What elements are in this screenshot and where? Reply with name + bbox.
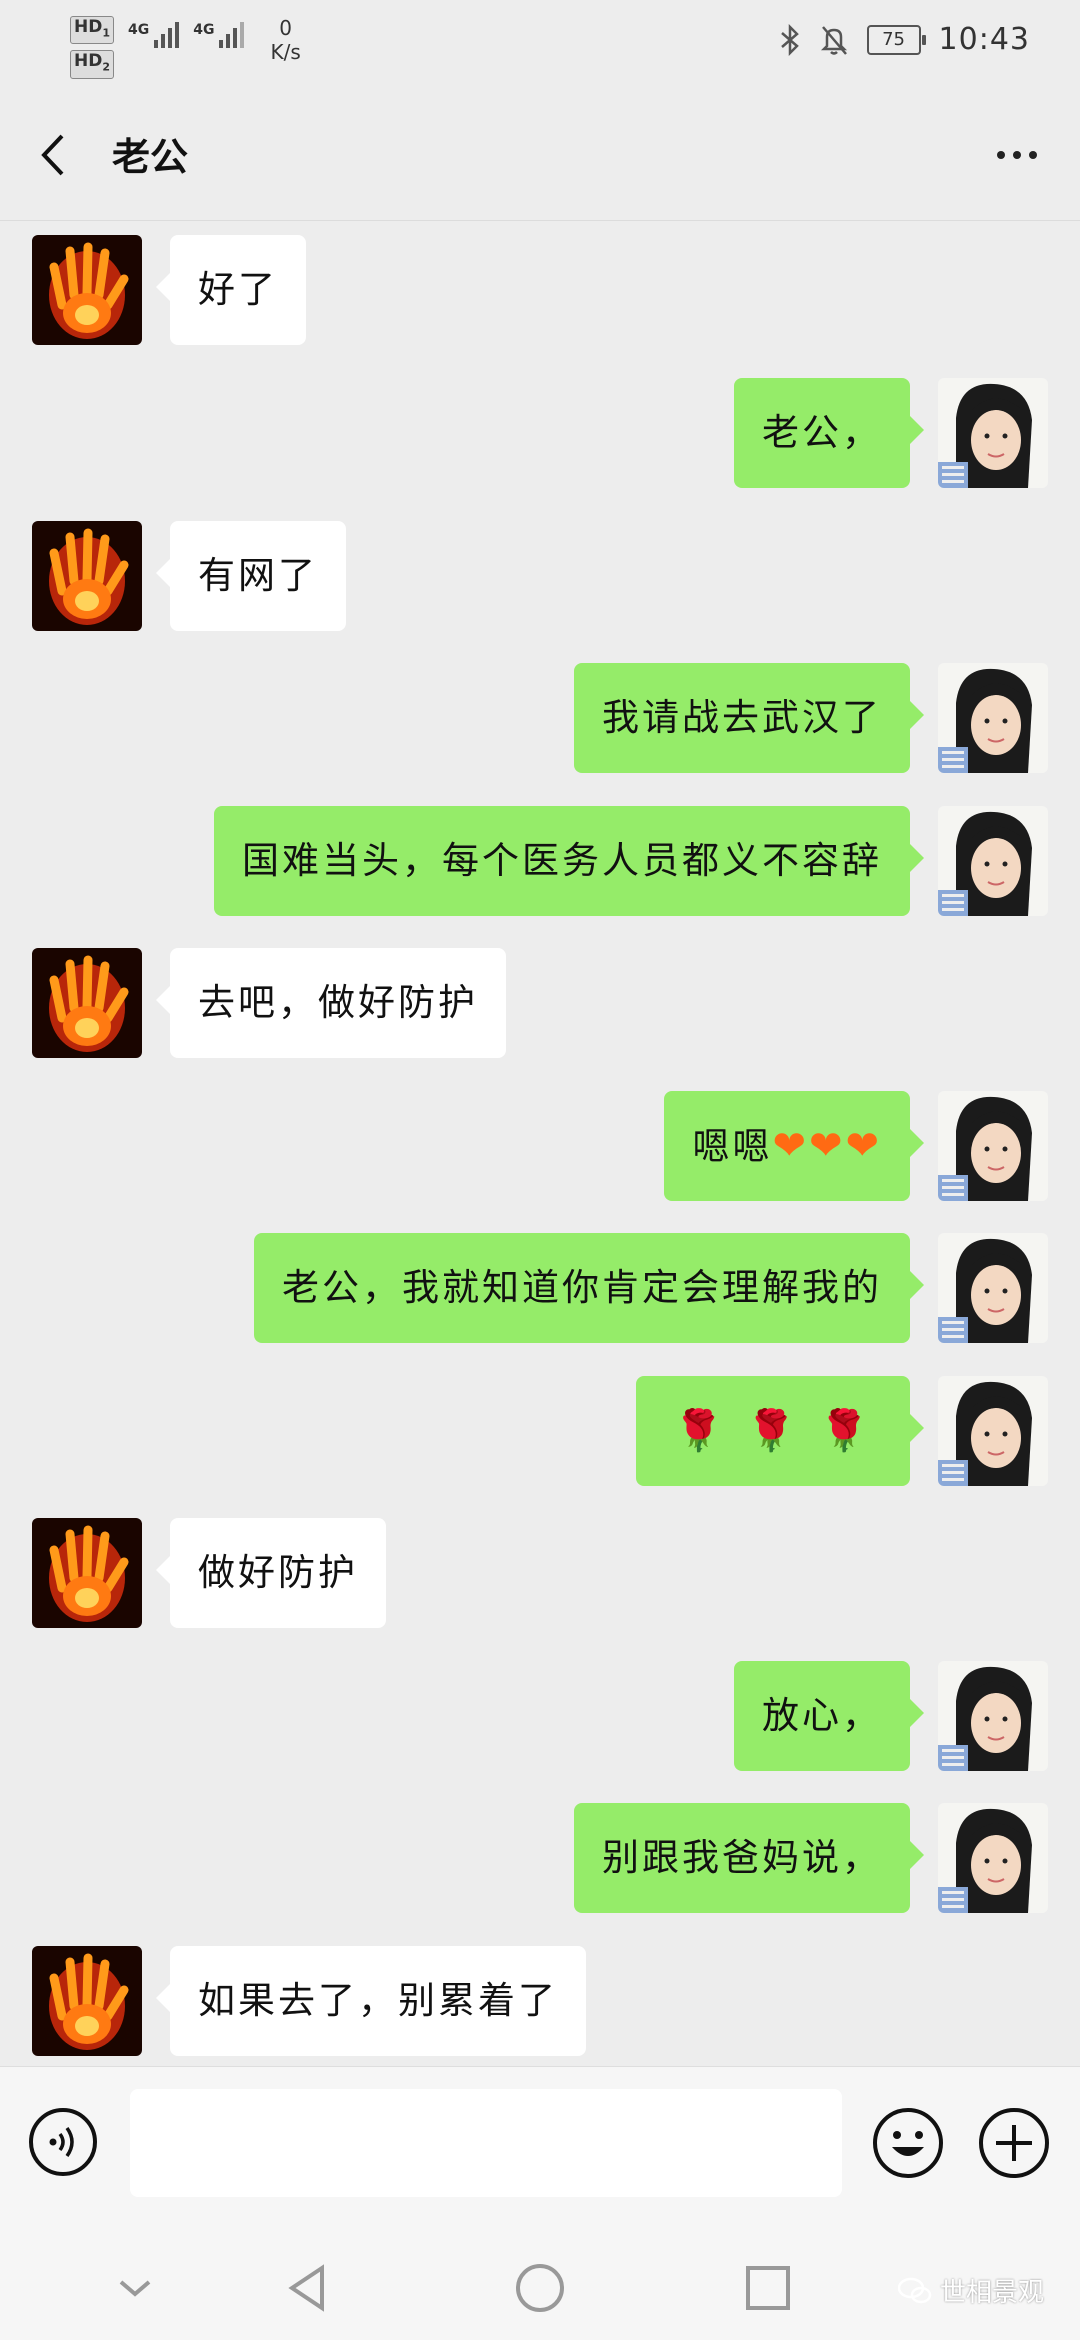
message-row: 老公，我就知道你肯定会理解我的 [0, 1233, 1080, 1343]
contact-avatar[interactable] [32, 1946, 142, 2056]
user-avatar[interactable] [938, 663, 1048, 773]
incoming-message-bubble[interactable]: 好了 [156, 235, 306, 345]
rose-emoji: 🌹 [673, 1408, 727, 1454]
heart-emoji: ❤ [772, 1123, 809, 1169]
home-circle-icon[interactable] [510, 2258, 570, 2318]
message-row: 好了 [0, 235, 1080, 345]
user-avatar[interactable] [938, 1091, 1048, 1201]
incoming-message-bubble[interactable]: 有网了 [156, 521, 346, 631]
watermark: 世相景观 [897, 2272, 1044, 2309]
message-row: 如果去了，别累着了 [0, 1946, 1080, 2056]
outgoing-message-bubble[interactable]: 别跟我爸妈说， [574, 1803, 924, 1913]
message-row: 去吧，做好防护 [0, 948, 1080, 1058]
status-bar: HD1 HD2 4G 4G 0 K/s 75 10:43 [0, 0, 1080, 90]
signal-icon-sim2: 4G [193, 22, 245, 48]
mute-bell-icon [820, 25, 847, 55]
user-avatar[interactable] [938, 1376, 1048, 1486]
more-options-icon[interactable] [982, 130, 1052, 180]
outgoing-message-bubble[interactable]: 🌹 🌹 🌹 [635, 1376, 925, 1486]
outgoing-message-bubble[interactable]: 老公，我就知道你肯定会理解我的 [254, 1233, 924, 1343]
chat-title: 老公 [112, 135, 189, 179]
emoji-icon[interactable] [872, 2107, 944, 2179]
outgoing-message-bubble[interactable]: 我请战去武汉了 [574, 663, 924, 773]
outgoing-message-bubble[interactable]: 老公， [734, 378, 924, 488]
contact-avatar[interactable] [32, 521, 142, 631]
outgoing-message-bubble[interactable]: 放心， [734, 1661, 924, 1771]
message-row: 嗯嗯❤❤❤ [0, 1091, 1080, 1201]
message-row: 🌹 🌹 🌹 [0, 1376, 1080, 1486]
back-triangle-icon[interactable] [278, 2258, 338, 2318]
message-row: 老公， [0, 378, 1080, 488]
voice-input-icon[interactable] [28, 2107, 98, 2177]
bluetooth-icon [780, 23, 799, 56]
user-avatar[interactable] [938, 806, 1048, 916]
message-input[interactable] [130, 2089, 842, 2197]
message-list[interactable]: 好了 老公， 有网了 我请战去武汉了 国难当头，每个医务人员都义不容辞 去吧，做… [0, 221, 1080, 2065]
hd-icon-sim1: HD1 [70, 16, 114, 45]
plus-icon[interactable] [978, 2107, 1050, 2179]
incoming-message-bubble[interactable]: 去吧，做好防护 [156, 948, 506, 1058]
hd-icon-sim2: HD2 [70, 50, 114, 79]
user-avatar[interactable] [938, 1661, 1048, 1771]
clock: 10:43 [938, 22, 1030, 57]
incoming-message-bubble[interactable]: 做好防护 [156, 1518, 386, 1628]
chevron-down-icon[interactable] [105, 2258, 165, 2318]
signal-icon-sim1: 4G [128, 22, 180, 48]
outgoing-message-bubble[interactable]: 国难当头，每个医务人员都义不容辞 [214, 806, 924, 916]
user-avatar[interactable] [938, 1233, 1048, 1343]
message-row: 国难当头，每个医务人员都义不容辞 [0, 806, 1080, 916]
message-row: 放心， [0, 1661, 1080, 1771]
rose-emoji: 🌹 [746, 1408, 800, 1454]
message-row: 别跟我爸妈说， [0, 1803, 1080, 1913]
incoming-message-bubble[interactable]: 如果去了，别累着了 [156, 1946, 586, 2056]
contact-avatar[interactable] [32, 948, 142, 1058]
battery-icon: 75 [866, 24, 926, 55]
rose-emoji: 🌹 [819, 1408, 872, 1454]
outgoing-message-bubble[interactable]: 嗯嗯❤❤❤ [664, 1091, 924, 1201]
heart-emoji: ❤ [808, 1123, 846, 1169]
system-nav-bar: 世相景观 [0, 2232, 1080, 2340]
contact-avatar[interactable] [32, 235, 142, 345]
back-arrow-icon[interactable] [30, 130, 80, 180]
input-bar [0, 2066, 1080, 2232]
user-avatar[interactable] [938, 1803, 1048, 1913]
user-avatar[interactable] [938, 378, 1048, 488]
recents-square-icon[interactable] [738, 2258, 798, 2318]
network-speed: 0 K/s [270, 16, 301, 64]
contact-avatar[interactable] [32, 1518, 142, 1628]
message-row: 我请战去武汉了 [0, 663, 1080, 773]
heart-emoji: ❤ [845, 1123, 882, 1169]
chat-header: 老公 [0, 90, 1080, 221]
message-row: 做好防护 [0, 1518, 1080, 1628]
message-row: 有网了 [0, 521, 1080, 631]
wechat-logo-icon [897, 2277, 932, 2303]
